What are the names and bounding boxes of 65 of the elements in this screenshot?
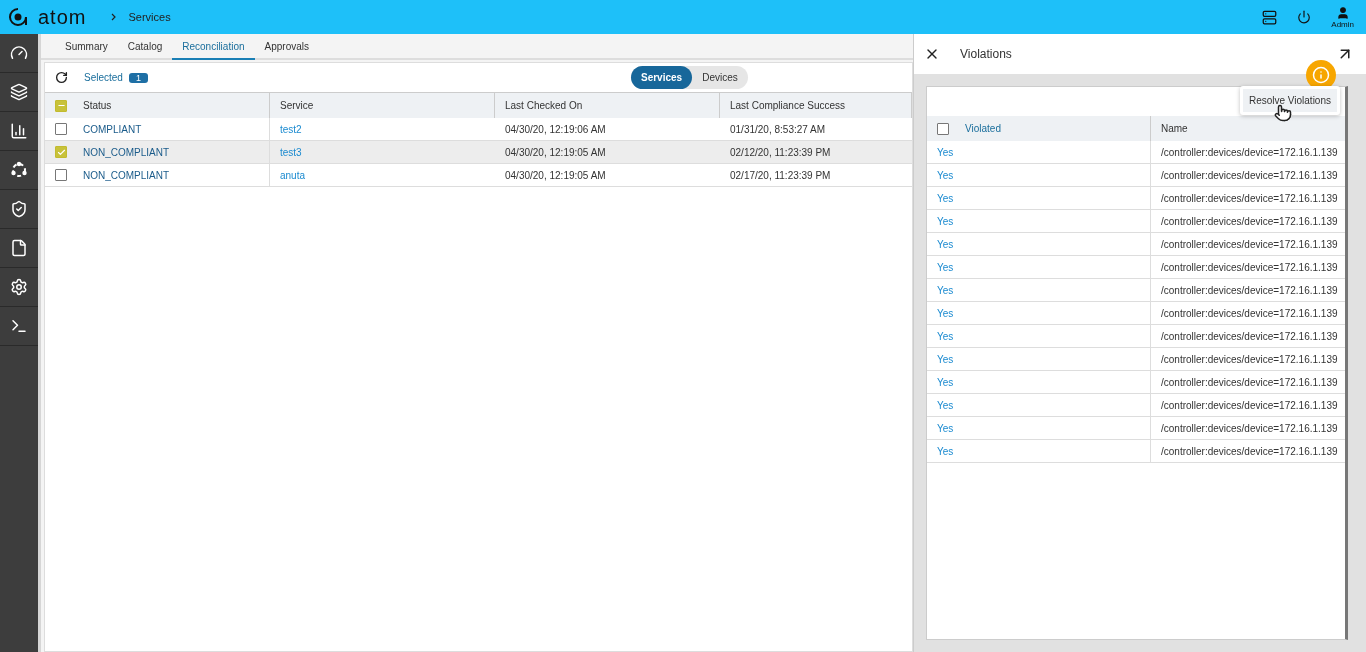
breadcrumb[interactable]: Services [128, 11, 171, 23]
column-title: Service [280, 100, 314, 111]
table-cell: 04/30/20, 12:19:05 AM [495, 141, 720, 164]
column-header[interactable]: Violated [927, 116, 1151, 141]
status-text: NON_COMPLIANT [83, 169, 170, 181]
column-header[interactable]: Last Checked On [495, 93, 720, 118]
panel-title: Violations [960, 47, 1012, 61]
toggle-option[interactable]: Devices [692, 66, 748, 89]
table-cell: Yes [927, 233, 1151, 256]
tooltip[interactable]: Resolve Violations [1239, 86, 1340, 115]
server-icon[interactable] [1262, 9, 1278, 25]
table-cell: Yes [927, 141, 1151, 164]
shield-check-icon[interactable] [10, 200, 28, 218]
tab[interactable]: Reconciliation [172, 34, 255, 60]
column-title: Status [83, 100, 112, 111]
terminal-icon[interactable] [10, 317, 28, 335]
table-cell: Yes [927, 371, 1151, 394]
column-header[interactable]: Last Compliance Success [720, 93, 912, 118]
logo-icon [8, 7, 28, 27]
selected-count: 1 [128, 72, 148, 83]
user-name[interactable]: Admin [1331, 19, 1354, 29]
checkbox[interactable] [55, 146, 67, 158]
table-cell: Yes [927, 256, 1151, 279]
table-cell: Yes [927, 394, 1151, 417]
column-title: Violated [965, 123, 1001, 134]
table-cell: Yes [927, 187, 1151, 210]
check-icon [56, 147, 66, 157]
selected-label: Selected [84, 72, 123, 83]
checkbox[interactable] [55, 123, 67, 135]
column-title: Name [1161, 123, 1188, 134]
status-text: COMPLIANT [83, 123, 142, 135]
checkbox[interactable] [55, 169, 67, 181]
refresh-icon[interactable] [55, 71, 68, 84]
table-cell: Yes [927, 164, 1151, 187]
table-cell: 02/12/20, 11:23:39 PM [720, 141, 912, 164]
cards-icon[interactable] [10, 83, 28, 101]
table-cell: Yes [927, 325, 1151, 348]
checkbox[interactable] [55, 99, 67, 112]
checkbox[interactable] [937, 122, 949, 135]
power-icon[interactable] [1297, 10, 1312, 24]
column-header[interactable]: Service [270, 93, 495, 118]
status-text: NON_COMPLIANT [83, 146, 170, 158]
tab[interactable]: Approvals [254, 34, 319, 60]
gauge-icon[interactable] [10, 44, 28, 62]
bar-chart-icon[interactable] [10, 122, 28, 140]
column-title: Last Checked On [505, 100, 583, 111]
column-header[interactable]: Status [45, 93, 270, 118]
settings-icon[interactable] [10, 278, 28, 296]
logo-text: atom [38, 5, 87, 29]
table-cell: Yes [927, 279, 1151, 302]
user-icon[interactable] [1335, 5, 1350, 20]
tab[interactable]: Summary [55, 34, 118, 60]
table-cell: Yes [927, 348, 1151, 371]
tab[interactable]: Catalog [117, 34, 173, 60]
table-cell: Yes [927, 417, 1151, 440]
table-cell: Yes [927, 440, 1151, 463]
file-icon[interactable] [10, 239, 28, 257]
hand-cursor-icon [1274, 104, 1292, 122]
toggle-option[interactable]: Services [631, 66, 693, 89]
table-cell: Yes [927, 210, 1151, 233]
network-icon[interactable] [10, 161, 28, 179]
table-cell: Yes [927, 302, 1151, 325]
column-title: Last Compliance Success [730, 100, 846, 111]
column-header[interactable]: Name [1151, 116, 1345, 141]
info-icon [1312, 66, 1330, 84]
